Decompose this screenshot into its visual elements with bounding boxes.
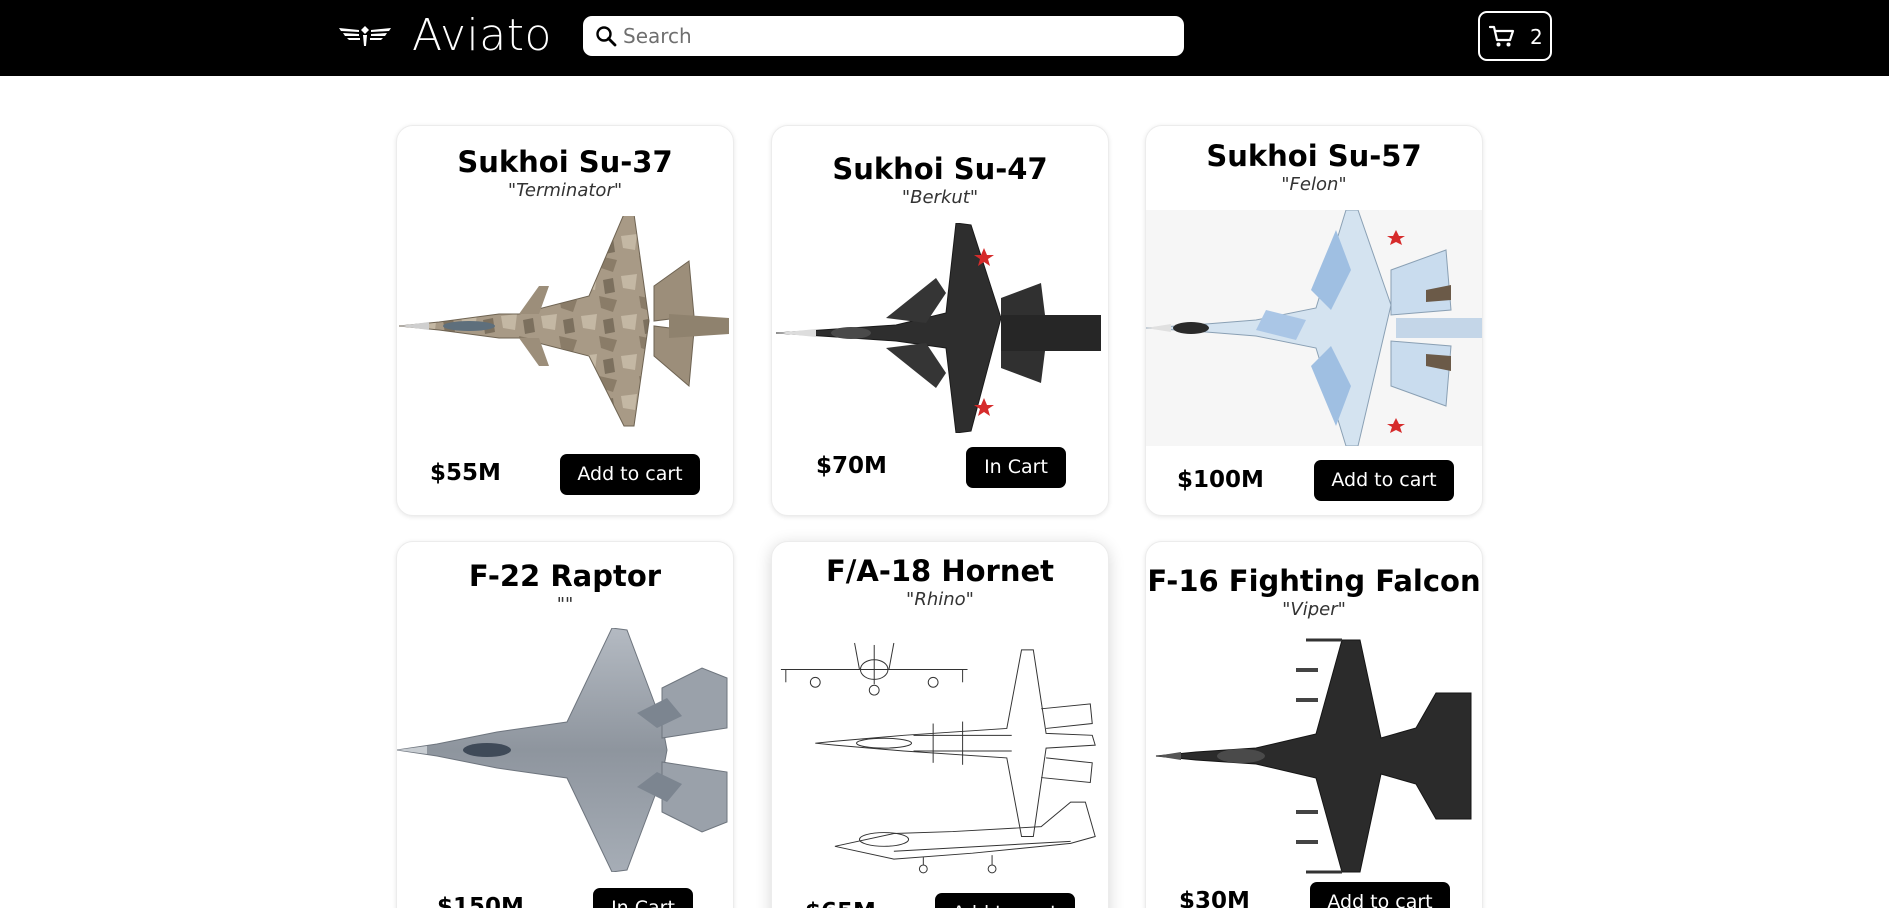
product-price: $70M — [816, 453, 887, 479]
search-bar[interactable] — [583, 16, 1184, 56]
product-name: F/A-18 Hornet — [825, 554, 1054, 588]
product-name: Sukhoi Su-37 — [457, 145, 673, 179]
add-to-cart-button[interactable]: Add to cart — [560, 454, 700, 495]
product-name: Sukhoi Su-57 — [1206, 139, 1422, 173]
in-cart-button[interactable]: In Cart — [966, 447, 1066, 488]
search-input[interactable] — [623, 16, 1173, 56]
top-navbar: Aviato 2 — [0, 0, 1889, 76]
f16-dark-jet-image — [1155, 638, 1472, 874]
product-nickname: "Terminator" — [507, 180, 623, 201]
app-logo-text[interactable]: Aviato — [412, 8, 552, 64]
in-cart-button[interactable]: In Cart — [593, 888, 693, 908]
add-to-cart-button[interactable]: Add to cart — [1310, 882, 1450, 908]
su47-black-jet-image — [776, 223, 1101, 433]
wings-logo-icon[interactable] — [337, 20, 393, 50]
product-nickname: "Viper" — [1282, 599, 1346, 620]
su37-camo-jet-image — [399, 216, 729, 427]
product-card-su47[interactable]: Sukhoi Su-47 "Berkut" $70M In Cart — [771, 125, 1109, 516]
product-price: $150M — [437, 894, 524, 908]
product-name: Sukhoi Su-47 — [832, 152, 1048, 186]
product-price: $55M — [430, 460, 501, 486]
product-nickname: "Rhino" — [906, 589, 974, 610]
su57-blue-camo-jet-image — [1146, 210, 1482, 446]
product-price: $65M — [805, 898, 876, 908]
fa18-blueprint-image — [780, 642, 1096, 874]
add-to-cart-button[interactable]: Add to cart — [935, 893, 1075, 908]
search-icon — [596, 26, 617, 47]
product-card-su57[interactable]: Sukhoi Su-57 "Felon" $100M Add to cart — [1145, 125, 1483, 516]
product-name: F-22 Raptor — [468, 559, 662, 593]
product-card-f22[interactable]: F-22 Raptor "" $150M In Cart — [396, 541, 734, 908]
add-to-cart-button[interactable]: Add to cart — [1314, 460, 1454, 501]
product-price: $100M — [1177, 467, 1264, 493]
product-card-fa18[interactable]: F/A-18 Hornet "Rhino" $65M Add to cart — [771, 541, 1109, 908]
product-nickname: "Berkut" — [901, 187, 979, 208]
cart-button[interactable]: 2 — [1478, 11, 1552, 61]
product-name: F-16 Fighting Falcon — [1147, 564, 1481, 598]
product-nickname: "" — [556, 594, 574, 615]
f22-silver-jet-image — [397, 628, 728, 872]
product-card-f16[interactable]: F-16 Fighting Falcon "Viper" $30M Add to… — [1145, 541, 1483, 908]
product-price: $30M — [1179, 888, 1250, 908]
shopping-cart-icon — [1489, 25, 1515, 47]
product-card-su37[interactable]: Sukhoi Su-37 "Terminator" $55M Add to ca… — [396, 125, 734, 516]
product-nickname: "Felon" — [1281, 174, 1347, 195]
cart-count-badge: 2 — [1530, 25, 1543, 49]
